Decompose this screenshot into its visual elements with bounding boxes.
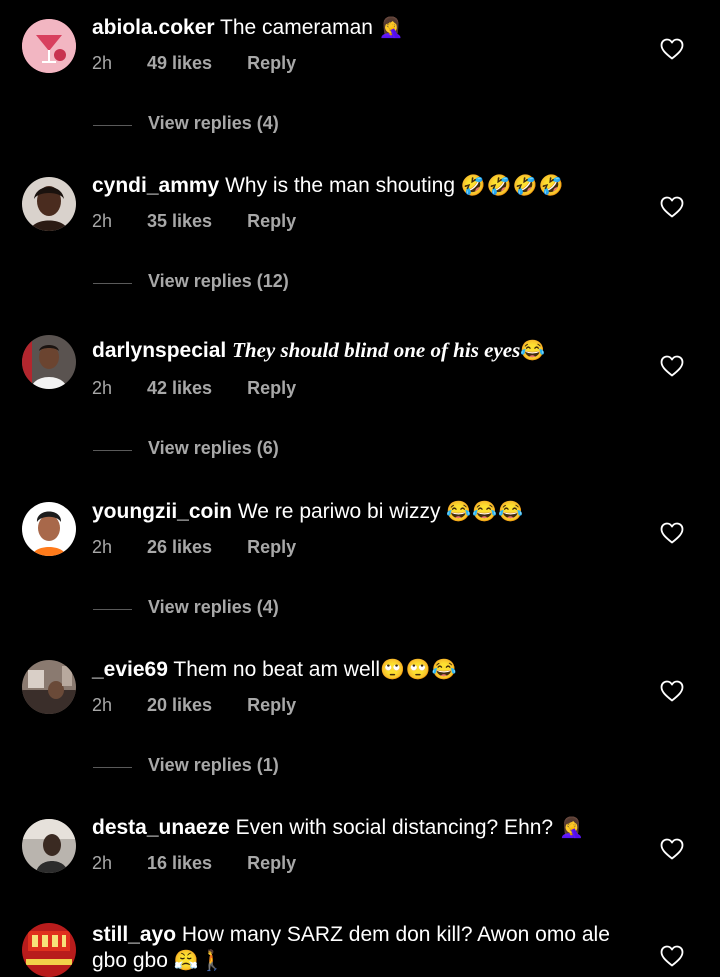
comment-likes[interactable]: 26 likes xyxy=(147,537,212,558)
comment-meta: 2h 42 likes Reply xyxy=(92,378,296,399)
comment-username[interactable]: still_ayo xyxy=(92,923,176,946)
comment-likes[interactable]: 42 likes xyxy=(147,378,212,399)
comment-text: Why is the man shouting xyxy=(225,174,456,197)
heart-outline-icon[interactable] xyxy=(660,38,684,60)
comment-meta: 2h 20 likes Reply xyxy=(92,695,296,716)
comment-meta: 2h 26 likes Reply xyxy=(92,537,296,558)
avatar[interactable] xyxy=(22,819,76,873)
view-replies-divider xyxy=(93,450,132,451)
comment-likes[interactable]: 49 likes xyxy=(147,53,212,74)
comment-time: 2h xyxy=(92,853,113,873)
comment-likes[interactable]: 35 likes xyxy=(147,211,212,232)
view-replies-label[interactable]: View replies (4) xyxy=(148,113,279,134)
view-replies-divider xyxy=(93,125,132,126)
comment-emoji: 🙄🙄😂 xyxy=(380,659,458,681)
avatar[interactable] xyxy=(22,335,76,389)
avatar[interactable] xyxy=(22,177,76,231)
comment-text-line: youngzii_coin We re pariwo bi wizzy 😂😂😂 xyxy=(92,499,640,525)
reply-button[interactable]: Reply xyxy=(247,537,296,558)
heart-outline-icon[interactable] xyxy=(660,196,684,218)
comment-time: 2h xyxy=(92,211,113,231)
comment-emoji: 🤦‍♀️ xyxy=(378,17,405,39)
comment-likes[interactable]: 16 likes xyxy=(147,853,212,874)
reply-button[interactable]: Reply xyxy=(247,695,296,716)
comment-username[interactable]: abiola.coker xyxy=(92,16,215,39)
view-replies-label[interactable]: View replies (6) xyxy=(148,438,279,459)
comment-text-line: cyndi_ammy Why is the man shouting 🤣🤣🤣🤣 xyxy=(92,173,640,199)
comment-text-line: _evie69 Them no beat am well🙄🙄😂 xyxy=(92,657,640,683)
heart-outline-icon[interactable] xyxy=(660,838,684,860)
avatar[interactable] xyxy=(22,923,76,977)
view-replies-divider xyxy=(93,609,132,610)
comment-text: They should blind one of his eyes xyxy=(232,338,521,362)
reply-button[interactable]: Reply xyxy=(247,853,296,874)
heart-outline-icon[interactable] xyxy=(660,945,684,967)
heart-outline-icon[interactable] xyxy=(660,680,684,702)
comment-username[interactable]: desta_unaeze xyxy=(92,816,230,839)
comment-text-line: abiola.coker The cameraman 🤦‍♀️ xyxy=(92,15,640,41)
comment-meta: 2h 35 likes Reply xyxy=(92,211,296,232)
comment-text: We re pariwo bi wizzy xyxy=(237,500,441,523)
comment-text-line: desta_unaeze Even with social distancing… xyxy=(92,815,640,841)
comment-emoji: 🤦‍♀️ xyxy=(558,817,585,839)
comment-username[interactable]: darlynspecial xyxy=(92,339,226,362)
view-replies-label[interactable]: View replies (4) xyxy=(148,597,279,618)
comment-time: 2h xyxy=(92,378,113,398)
avatar[interactable] xyxy=(22,660,76,714)
comment-text: The cameraman xyxy=(220,16,373,39)
comment-emoji: 🤣🤣🤣🤣 xyxy=(460,175,565,197)
reply-button[interactable]: Reply xyxy=(247,378,296,399)
comment-meta: 2h 49 likes Reply xyxy=(92,53,296,74)
comment-text-line: still_ayo How many SARZ dem don kill? Aw… xyxy=(92,922,636,974)
comment-emoji: 😂😂😂 xyxy=(446,501,525,523)
comment-username[interactable]: _evie69 xyxy=(92,658,168,681)
comment-text: Them no beat am well xyxy=(173,658,380,681)
comment-time: 2h xyxy=(92,695,113,715)
avatar[interactable] xyxy=(22,502,76,556)
comment-time: 2h xyxy=(92,537,113,557)
comment-username[interactable]: cyndi_ammy xyxy=(92,174,219,197)
comment-likes[interactable]: 20 likes xyxy=(147,695,212,716)
reply-button[interactable]: Reply xyxy=(247,211,296,232)
comment-meta: 2h 16 likes Reply xyxy=(92,853,296,874)
heart-outline-icon[interactable] xyxy=(660,355,684,377)
comment-emoji: 😤🚶 xyxy=(173,950,226,972)
comment-time: 2h xyxy=(92,53,113,73)
avatar[interactable] xyxy=(22,19,76,73)
comment-text: Even with social distancing? Ehn? xyxy=(235,816,554,839)
view-replies-divider xyxy=(93,283,132,284)
heart-outline-icon[interactable] xyxy=(660,522,684,544)
view-replies-label[interactable]: View replies (12) xyxy=(148,271,289,292)
view-replies-divider xyxy=(93,767,132,768)
view-replies-label[interactable]: View replies (1) xyxy=(148,755,279,776)
comment-text-line: darlynspecial They should blind one of h… xyxy=(92,337,640,364)
reply-button[interactable]: Reply xyxy=(247,53,296,74)
comment-username[interactable]: youngzii_coin xyxy=(92,500,232,523)
comment-emoji: 😂 xyxy=(520,340,547,362)
